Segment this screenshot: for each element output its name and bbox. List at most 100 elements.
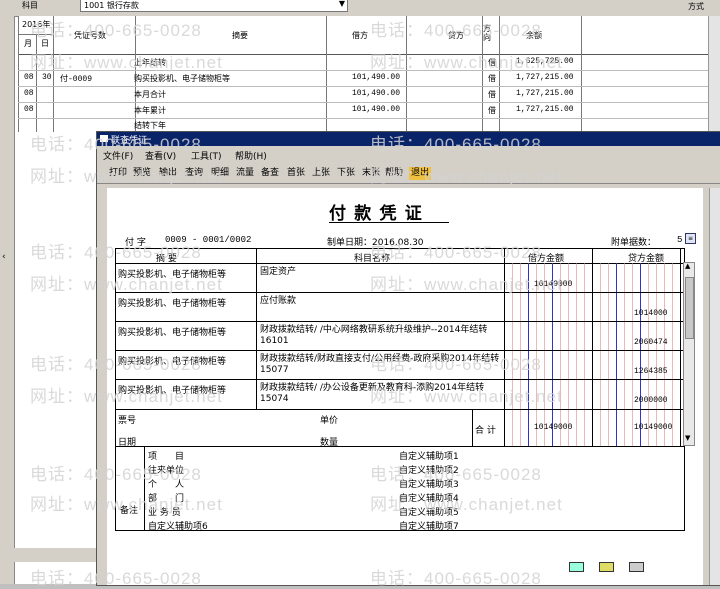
entry-debit: 10149000 [534, 280, 573, 289]
entry-credit: 2060474 [634, 338, 668, 347]
year-header: 2016年 [22, 20, 51, 29]
row-balance: 1,727,215.00 [516, 89, 574, 98]
row-balance: 1,727,215.00 [516, 73, 574, 82]
row-month: 08 [24, 89, 34, 98]
ledger-row[interactable]: 08 30 付-0009 购买投影机、电子储物柜等 101,490.00 借 1… [18, 72, 718, 86]
ledger-header: 2016年 月 日 凭证号数 摘要 借方 贷方 方向 余额 [18, 16, 720, 55]
entry-summary: 购买投影机、电子储物柜等 [118, 270, 227, 280]
scroll-up-icon[interactable]: ▲ [685, 262, 690, 270]
menu-help[interactable]: 帮助(H) [235, 149, 267, 162]
aux-custom-5: 自定义辅助项5 [399, 508, 459, 518]
bill-date-label: 日期 [118, 438, 137, 448]
audit-icon[interactable] [599, 562, 614, 572]
col-direction: 方向 [483, 24, 491, 42]
row-summary: 本年累计 [134, 106, 166, 115]
voucher-type-label: 付 字 [125, 238, 146, 248]
entry-row[interactable]: 购买投影机、电子储物柜等 财政拨款结转/ /中心网络教研系统升级维护--2014… [116, 322, 680, 350]
col-summary-header: 摘 要 [156, 254, 177, 264]
query-button[interactable]: 查询 [185, 167, 203, 180]
aux-department: 部 门 [148, 494, 185, 504]
ledger-row[interactable]: 结转下年 [18, 119, 718, 131]
expand-arrow-icon[interactable]: ‹ [2, 252, 6, 262]
row-debit: 101,490.00 [352, 105, 401, 114]
subject-combo-value: 1001 银行存款 [84, 1, 139, 10]
exit-button[interactable]: 退出 [409, 167, 432, 180]
entry-account: 固定资产 [260, 267, 297, 277]
col-voucher-no: 凭证号数 [74, 31, 106, 40]
total-credit: 10149000 [634, 423, 673, 432]
price-label: 单价 [320, 416, 339, 426]
last-button[interactable]: 末张 [362, 167, 380, 180]
scroll-thumb[interactable] [685, 277, 694, 339]
aux-partner: 往来单位 [148, 466, 185, 476]
row-direction: 借 [488, 106, 496, 115]
row-balance: 1,727,215.00 [516, 105, 574, 114]
ledger-row[interactable]: 08 本月合计 101,490.00 借 1,727,215.00 [18, 88, 718, 102]
first-button[interactable]: 首张 [287, 167, 305, 180]
qty-label: 数量 [320, 438, 339, 448]
dialog-titlebar[interactable]: 联查凭证 [97, 132, 720, 146]
entry-row[interactable]: 购买投影机、电子储物柜等 财政拨款结转/财政直接支付/公用经费-政府采购2014… [116, 351, 680, 379]
row-summary: 本月合计 [134, 90, 166, 99]
row-voucher-no[interactable]: 付-0009 [60, 73, 92, 84]
day-header: 日 [41, 39, 49, 48]
voucher-title: 付 款 凭 证 [329, 204, 424, 223]
aux-custom-4: 自定义辅助项4 [399, 494, 459, 504]
ledger-row[interactable]: 08 本年累计 101,490.00 借 1,727,215.00 [18, 104, 718, 118]
entry-account: 应付账款 [260, 296, 297, 306]
entry-credit: 1014000 [634, 309, 668, 318]
print-button[interactable]: 打印 [109, 167, 127, 180]
menu-bar: 文件(F) 查看(V) 工具(T) 帮助(H) [97, 148, 720, 162]
row-day: 30 [42, 73, 52, 82]
subject-label: 科目 [22, 1, 38, 10]
memo-button[interactable]: 备查 [261, 167, 279, 180]
entry-row[interactable]: 购买投影机、电子储物柜等 固定资产 10149000 [116, 264, 680, 292]
menu-file[interactable]: 文件(F) [103, 149, 133, 162]
help-button[interactable]: 帮助 [385, 167, 403, 180]
attach-count: 5 [677, 235, 683, 245]
entry-summary: 购买投影机、电子储物柜等 [118, 386, 227, 396]
preview-button[interactable]: 预览 [133, 167, 151, 180]
left-panel: ‹ [0, 16, 15, 584]
cashflow-button[interactable]: 流量 [236, 167, 254, 180]
entry-row[interactable]: 购买投影机、电子储物柜等 应付账款 1014000 [116, 293, 680, 321]
ledger-row[interactable]: 上年结转 借 1,625,725.00 [18, 56, 718, 70]
entry-account: 财政拨款结转/财政直接支付/公用经费-政府采购2014年结转15077 [260, 354, 500, 375]
entry-account: 财政拨款结转/ /办公设备更新及教育科-添购2014年结转15074 [260, 383, 485, 404]
entry-row[interactable]: 购买投影机、电子储物柜等 财政拨款结转/ /办公设备更新及教育科-添购2014年… [116, 380, 680, 408]
col-debit: 借方 [352, 31, 368, 40]
remark-label: 备注 [120, 506, 139, 516]
row-direction: 借 [488, 58, 496, 67]
export-button[interactable]: 输出 [159, 167, 177, 180]
aux-custom-7: 自定义辅助项7 [399, 522, 459, 532]
entry-summary: 购买投影机、电子储物柜等 [118, 299, 227, 309]
row-summary: 购买投影机、电子储物柜等 [134, 74, 230, 83]
row-month: 08 [24, 73, 34, 82]
dialog-scrollbar[interactable] [709, 188, 720, 585]
menu-view[interactable]: 查看(V) [145, 149, 176, 162]
aux-salesman: 业 务 员 [148, 508, 181, 518]
entry-summary: 购买投影机、电子储物柜等 [118, 328, 227, 338]
menu-tools[interactable]: 工具(T) [191, 149, 222, 162]
col-account-header: 科目名称 [354, 254, 391, 264]
table-scrollbar[interactable]: ▲ ▼ [683, 262, 695, 446]
row-balance: 1,625,725.00 [516, 57, 574, 66]
window-icon [100, 135, 108, 142]
next-button[interactable]: 下张 [337, 167, 355, 180]
chevron-down-icon[interactable]: ▼ [339, 0, 345, 8]
aux-custom-3: 自定义辅助项3 [399, 480, 459, 490]
scroll-down-icon[interactable]: ▼ [685, 434, 690, 442]
bill-no-label: 票号 [118, 416, 137, 426]
detail-button[interactable]: 明细 [211, 167, 229, 180]
aux-custom-1: 自定义辅助项1 [399, 452, 459, 462]
subject-combo[interactable]: 1001 银行存款 ▼ [80, 0, 348, 12]
signature-icon[interactable] [569, 562, 584, 572]
voucher-dialog: 联查凭证 文件(F) 查看(V) 工具(T) 帮助(H) 打印 预览 输出 查询… [96, 131, 720, 586]
toolbar: 打印 预览 输出 查询 明细 流量 备查 首张 上张 下张 末张 帮助 退出 [97, 164, 720, 183]
row-summary: 上年结转 [134, 58, 166, 67]
entry-account: 财政拨款结转/ /中心网络教研系统升级维护--2014年结转16101 [260, 325, 488, 346]
post-icon[interactable] [629, 562, 644, 572]
attachment-icon[interactable]: ≡ [685, 233, 696, 244]
aux-person: 个 人 [148, 480, 185, 490]
prev-button[interactable]: 上张 [312, 167, 330, 180]
